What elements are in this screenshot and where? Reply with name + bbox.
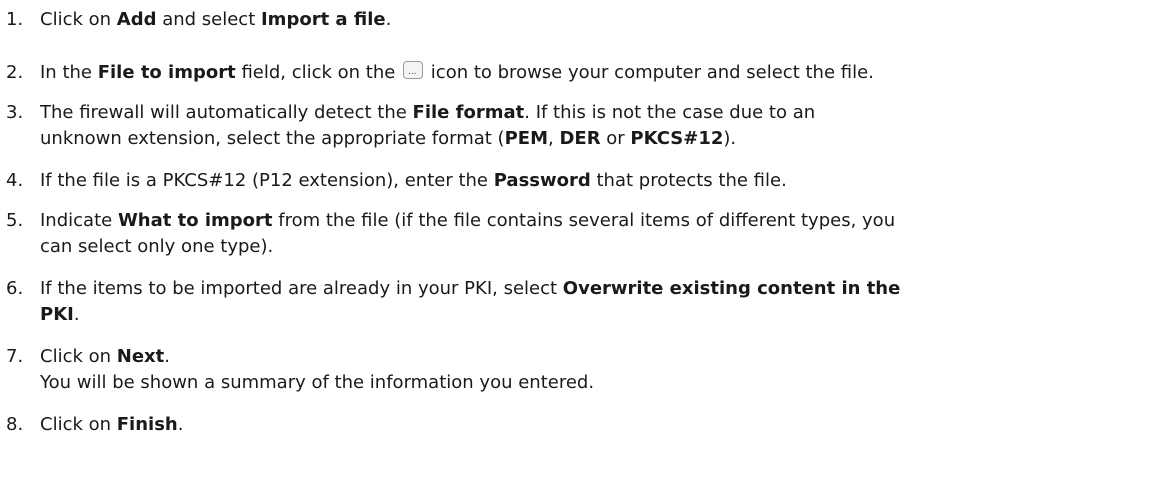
text-run: Indicate <box>40 210 118 231</box>
text-run: In the <box>40 62 98 83</box>
text-run: If the items to be imported are already … <box>40 278 563 299</box>
step-text: If the items to be imported are already … <box>40 276 1140 328</box>
text-run: unknown extension, select the appropriat… <box>40 128 505 149</box>
bold-term: Import a file <box>260 9 386 30</box>
bold-term: File to import <box>97 62 236 83</box>
step-number: 2. <box>6 62 24 83</box>
step-line: The firewall will automatically detect t… <box>40 100 1140 126</box>
text-run: , <box>548 128 560 149</box>
bold-term: PKI <box>40 304 74 325</box>
text-run: that protects the file. <box>590 170 787 191</box>
text-run: . If this is not the case due to an <box>524 102 816 123</box>
bold-term: PKCS#12 <box>630 128 724 149</box>
bold-term: Next <box>116 346 165 367</box>
step-line: Click on Add and select Import a file. <box>40 7 1140 33</box>
step-number: 3. <box>6 102 24 123</box>
step-line: Click on Next. <box>40 344 1140 370</box>
step-text: Indicate What to import from the file (i… <box>40 208 1140 260</box>
bold-term: File format <box>412 102 525 123</box>
text-run: If the file is a PKCS#12 (P12 extension)… <box>40 170 494 191</box>
text-run: You will be shown a summary of the infor… <box>40 372 595 393</box>
step-text: In the File to import field, click on th… <box>40 60 1140 86</box>
bold-term: PEM <box>504 128 548 149</box>
text-run: Click on <box>40 414 117 435</box>
step-line: Click on Finish. <box>40 412 1140 438</box>
text-run: Click on <box>40 346 117 367</box>
text-run: . <box>164 346 170 367</box>
step-line: unknown extension, select the appropriat… <box>40 126 1140 152</box>
step-text: If the file is a PKCS#12 (P12 extension)… <box>40 168 1140 194</box>
step-number: 1. <box>6 9 24 30</box>
browse-icon <box>403 61 424 79</box>
text-run: or <box>600 128 631 149</box>
step-number: 8. <box>6 414 24 435</box>
step-text: Click on Finish. <box>40 412 1140 438</box>
bold-term: Password <box>493 170 591 191</box>
bold-term: What to import <box>117 210 273 231</box>
text-run: field, click on the <box>235 62 402 83</box>
text-run: icon to browse your computer and select … <box>425 62 874 83</box>
step-line: You will be shown a summary of the infor… <box>40 370 1140 396</box>
step-line: can select only one type). <box>40 234 1140 260</box>
step-line: Indicate What to import from the file (i… <box>40 208 1140 234</box>
step-number: 7. <box>6 346 24 367</box>
text-run: . <box>385 9 392 30</box>
text-run: from the file (if the file contains seve… <box>272 210 896 231</box>
text-run: . <box>73 304 80 325</box>
bold-term: DER <box>559 128 601 149</box>
text-run: ). <box>723 128 737 149</box>
bold-term: Overwrite existing content in the <box>562 278 901 299</box>
step-text: Click on Next. You will be shown a summar… <box>40 344 1140 396</box>
step-text: Click on Add and select Import a file. <box>40 7 1140 33</box>
text-run: can select only one type). <box>40 236 274 257</box>
step-line: In the File to import field, click on th… <box>40 60 1140 86</box>
step-text: The firewall will automatically detect t… <box>40 100 1140 152</box>
step-number: 5. <box>6 210 24 231</box>
step-line: If the items to be imported are already … <box>40 276 1140 302</box>
text-run: Click on <box>40 9 117 30</box>
step-number: 4. <box>6 170 24 191</box>
bold-term: Add <box>116 9 157 30</box>
step-number: 6. <box>6 278 24 299</box>
step-line: PKI. <box>40 302 1140 328</box>
text-run: and select <box>156 9 261 30</box>
step-line: If the file is a PKCS#12 (P12 extension)… <box>40 168 1140 194</box>
text-run: The firewall will automatically detect t… <box>40 102 413 123</box>
bold-term: Finish <box>116 414 178 435</box>
text-run: . <box>177 414 184 435</box>
